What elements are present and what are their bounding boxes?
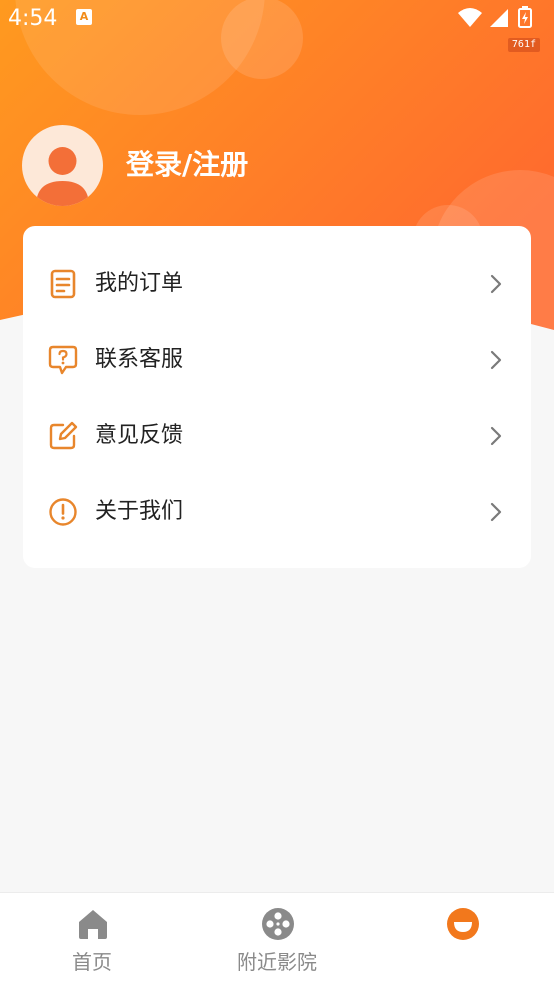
order-list-icon bbox=[50, 269, 76, 299]
debug-badge: 761f bbox=[507, 38, 540, 52]
signal-icon bbox=[490, 9, 508, 27]
menu-item-label: 联系客服 bbox=[95, 347, 184, 372]
tab-label: 附近影院 bbox=[237, 950, 317, 974]
wifi-icon bbox=[458, 8, 482, 27]
menu-item-about[interactable]: 关于我们 bbox=[23, 474, 531, 550]
feedback-edit-icon bbox=[49, 421, 78, 450]
login-register-link[interactable]: 登录/注册 bbox=[126, 146, 248, 184]
status-time: 4:54 bbox=[8, 6, 58, 31]
tab-nearby-cinemas[interactable]: 附近影院 bbox=[185, 893, 369, 987]
chevron-right-icon bbox=[490, 426, 502, 446]
tab-home[interactable]: 首页 bbox=[0, 893, 184, 987]
menu-item-orders[interactable]: 我的订单 bbox=[23, 246, 531, 322]
tab-profile[interactable] bbox=[370, 893, 554, 987]
avatar[interactable] bbox=[22, 125, 103, 206]
status-bar: 4:54 A bbox=[0, 0, 554, 40]
chevron-right-icon bbox=[490, 274, 502, 294]
menu-item-label: 意见反馈 bbox=[95, 423, 184, 448]
battery-charging-icon bbox=[518, 6, 532, 28]
info-exclamation-icon bbox=[49, 498, 77, 526]
customer-service-icon bbox=[48, 345, 78, 375]
profile-smile-icon bbox=[447, 908, 479, 940]
tab-label: 首页 bbox=[72, 950, 112, 974]
default-avatar-icon bbox=[36, 147, 89, 206]
chevron-right-icon bbox=[490, 502, 502, 522]
menu-item-label: 关于我们 bbox=[95, 499, 184, 524]
status-icons bbox=[458, 6, 532, 28]
chevron-right-icon bbox=[490, 350, 502, 370]
notification-icon: A bbox=[76, 9, 92, 25]
menu-item-customer-service[interactable]: 联系客服 bbox=[23, 322, 531, 398]
film-reel-icon bbox=[262, 908, 294, 940]
menu-card: 我的订单 联系客服 意见反馈 关于我们 bbox=[23, 226, 531, 568]
bottom-tab-bar: 首页 附近影院 bbox=[0, 892, 554, 987]
home-icon bbox=[79, 910, 107, 939]
menu-item-feedback[interactable]: 意见反馈 bbox=[23, 398, 531, 474]
menu-item-label: 我的订单 bbox=[95, 271, 184, 296]
